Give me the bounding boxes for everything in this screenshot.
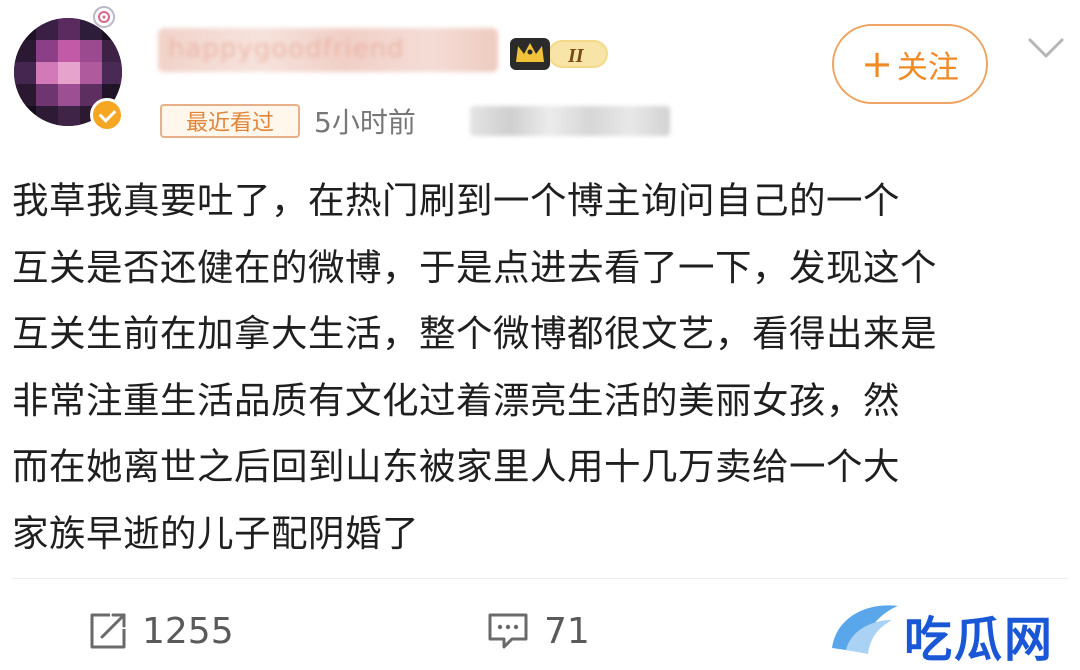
username-text: happygoodfriend	[168, 34, 405, 64]
post-header: happygoodfriend II + 关注 最近看过 5小时前	[0, 0, 1080, 160]
recent-tag: 最近看过	[160, 104, 300, 138]
avatar-frame-icon	[93, 6, 115, 28]
comment-button[interactable]: 71	[486, 608, 590, 654]
post-line: 我草我真要吐了，在热门刷到一个博主询问自己的一个	[12, 179, 900, 222]
repost-count: 1255	[142, 610, 234, 652]
post-line: 互关是否还健在的微博，于是点进去看了一下，发现这个	[12, 245, 937, 289]
follow-plus: +	[861, 42, 893, 86]
post-text: 我草我真要吐了，在热门刷到一个博主询问自己的一个 互关是否还健在的微博，于是点进…	[12, 168, 1068, 567]
comment-count: 71	[544, 610, 590, 652]
post-line: 非常注重生活品质有文化过着漂亮生活的美丽女孩，然	[12, 378, 900, 422]
vip-level: II	[567, 45, 585, 67]
chevron-down-icon[interactable]	[1026, 32, 1066, 62]
watermark-logo-icon	[832, 605, 898, 654]
post-line: 家族早逝的儿子配阴婚了	[12, 511, 419, 555]
post-line: 互关生前在加拿大生活，整个微博都很文艺，看得出来是	[12, 312, 937, 355]
vip-crown-icon: II	[510, 38, 608, 70]
follow-label: 关注	[896, 49, 959, 86]
watermark-text: 吃瓜网	[904, 612, 1055, 668]
repost-button[interactable]: 1255	[88, 608, 234, 654]
watermark: 吃瓜网	[826, 598, 1080, 668]
post-time: 5小时前	[314, 106, 416, 139]
divider	[12, 578, 1068, 579]
post-line: 而在她离世之后回到山东被家里人用十几万卖给一个大	[12, 445, 900, 488]
post-source	[470, 106, 670, 136]
comment-icon	[488, 613, 528, 649]
username[interactable]: happygoodfriend	[158, 28, 498, 72]
verified-badge-icon	[90, 98, 124, 132]
repost-icon	[90, 613, 126, 649]
follow-button[interactable]: + 关注	[832, 24, 988, 104]
